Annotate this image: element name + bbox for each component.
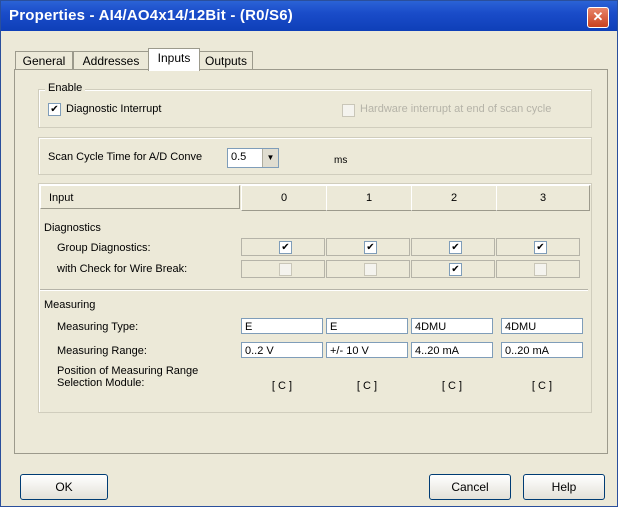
title-bar[interactable]: Properties - AI4/AO4x14/12Bit - (R0/S6) …: [1, 1, 617, 31]
tab-inputs[interactable]: Inputs: [148, 48, 200, 71]
hardware-interrupt-checkbox[interactable]: [342, 104, 355, 117]
position-value-3: [ C ]: [531, 380, 553, 392]
measuring-type-label: Measuring Type:: [57, 321, 139, 333]
hardware-interrupt-label: Hardware interrupt at end of scan cycle: [360, 103, 552, 115]
window-title: Properties - AI4/AO4x14/12Bit - (R0/S6): [9, 7, 294, 24]
diagnostics-section-label: Diagnostics: [44, 222, 101, 234]
wire-break-checkbox-2[interactable]: ✔: [449, 263, 462, 276]
enable-group-label: Enable: [45, 82, 86, 94]
diagnostic-interrupt-label: Diagnostic Interrupt: [66, 103, 162, 115]
input-header: Input: [40, 185, 240, 209]
group-diag-checkbox-3[interactable]: ✔: [534, 241, 547, 254]
group-diag-checkbox-2[interactable]: ✔: [449, 241, 462, 254]
wire-break-cell-0: [241, 260, 325, 278]
group-diagnostics-label: Group Diagnostics:: [57, 242, 151, 254]
measuring-range-field-3[interactable]: 0..20 mA: [501, 342, 583, 358]
scan-cycle-label: Scan Cycle Time for A/D Conve: [48, 151, 203, 163]
measuring-type-field-3[interactable]: 4DMU: [501, 318, 583, 334]
channel-0-header: 0: [241, 185, 327, 211]
tab-outputs[interactable]: Outputs: [199, 51, 253, 70]
section-divider: [40, 289, 588, 291]
group-diag-checkbox-0[interactable]: ✔: [279, 241, 292, 254]
measuring-type-field-2[interactable]: 4DMU: [411, 318, 493, 334]
scan-cycle-unit: ms: [334, 155, 348, 166]
diagnostic-interrupt-checkbox[interactable]: ✔: [48, 103, 61, 116]
wire-break-label: with Check for Wire Break:: [57, 263, 188, 275]
close-icon[interactable]: ✕: [587, 7, 609, 28]
group-diag-cell-0: ✔: [241, 238, 325, 256]
tab-addresses[interactable]: Addresses: [73, 51, 149, 70]
position-label-line2: Selection Module:: [57, 377, 145, 389]
measuring-range-label: Measuring Range:: [57, 345, 147, 357]
group-diag-checkbox-1[interactable]: ✔: [364, 241, 377, 254]
position-value-2: [ C ]: [441, 380, 463, 392]
channel-1-header: 1: [326, 185, 412, 211]
group-diag-cell-2: ✔: [411, 238, 495, 256]
tab-general[interactable]: General: [15, 51, 73, 70]
wire-break-cell-2: ✔: [411, 260, 495, 278]
wire-break-cell-3: [496, 260, 580, 278]
channel-2-header: 2: [411, 185, 497, 211]
position-value-0: [ C ]: [271, 380, 293, 392]
measuring-section-label: Measuring: [44, 299, 96, 311]
measuring-type-field-0[interactable]: E: [241, 318, 323, 334]
measuring-range-field-2[interactable]: 4..20 mA: [411, 342, 493, 358]
help-button[interactable]: Help: [523, 474, 605, 500]
chevron-down-icon[interactable]: ▼: [262, 149, 278, 167]
scan-cycle-select[interactable]: 0.5 ▼: [227, 148, 279, 168]
group-diag-cell-1: ✔: [326, 238, 410, 256]
group-diag-cell-3: ✔: [496, 238, 580, 256]
cancel-button[interactable]: Cancel: [429, 474, 511, 500]
wire-break-cell-1: [326, 260, 410, 278]
position-value-1: [ C ]: [356, 380, 378, 392]
measuring-range-field-0[interactable]: 0..2 V: [241, 342, 323, 358]
ok-button[interactable]: OK: [20, 474, 108, 500]
wire-break-checkbox-1[interactable]: [364, 263, 377, 276]
scan-cycle-value: 0.5: [231, 151, 247, 163]
wire-break-checkbox-0[interactable]: [279, 263, 292, 276]
wire-break-checkbox-3[interactable]: [534, 263, 547, 276]
position-label-line1: Position of Measuring Range: [57, 365, 199, 377]
channel-3-header: 3: [496, 185, 590, 211]
measuring-range-field-1[interactable]: +/- 10 V: [326, 342, 408, 358]
measuring-type-field-1[interactable]: E: [326, 318, 408, 334]
